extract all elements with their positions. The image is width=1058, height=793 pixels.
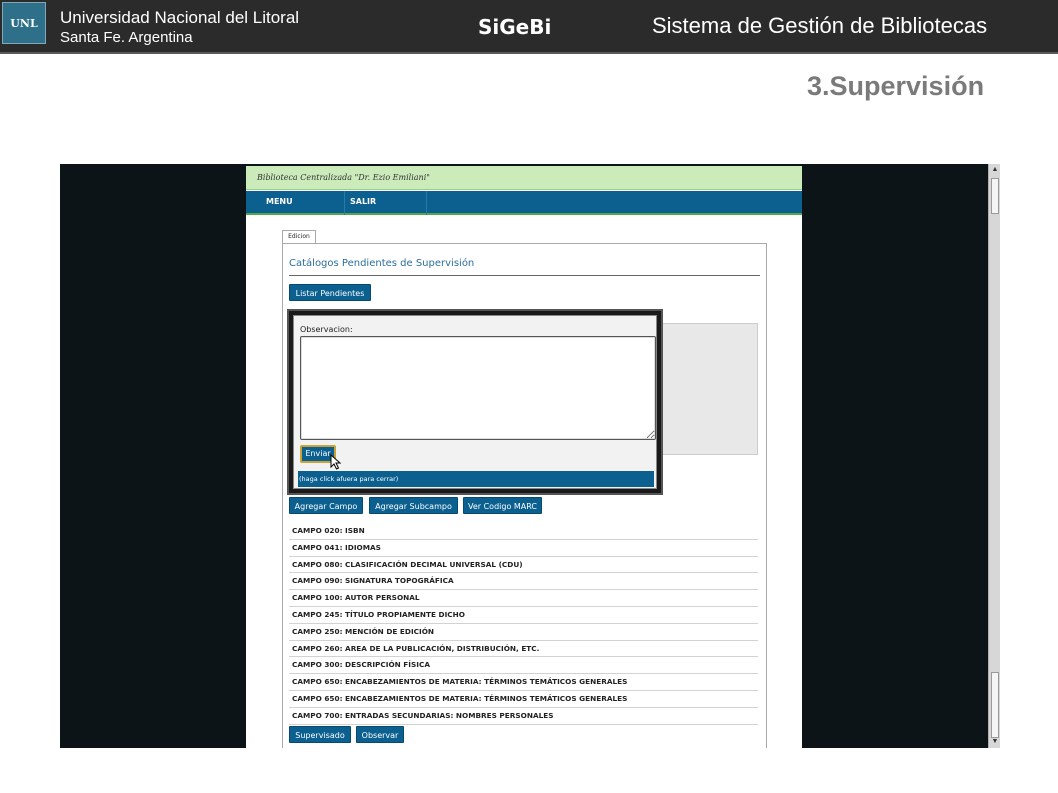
add-field-button[interactable]: Agregar Campo — [289, 497, 363, 514]
divider — [289, 275, 760, 276]
observation-label: Observacion: — [300, 325, 353, 334]
field-list: CAMPO 020: ISBN CAMPO 041: IDIOMAS CAMPO… — [289, 523, 758, 725]
field-row[interactable]: CAMPO 300: DESCRIPCIÓN FÍSICA — [289, 657, 758, 675]
vertical-scrollbar[interactable]: ▲ ▼ — [988, 164, 1000, 748]
nav-bar: MENU SALIR — [246, 191, 802, 215]
modal-body: Observacion: Enviar (haga click afuera p… — [293, 315, 657, 489]
nav-menu[interactable]: MENU — [266, 197, 293, 206]
library-name: Biblioteca Centralizada "Dr. Ezio Emilia… — [257, 173, 430, 182]
unl-logo: UNL — [2, 2, 46, 44]
university-city: Santa Fe. Argentina — [60, 29, 193, 46]
catalog-preview-box — [655, 323, 758, 455]
university-name: Universidad Nacional del Litoral — [60, 8, 300, 27]
scroll-thumb[interactable] — [991, 672, 999, 738]
scroll-thumb[interactable] — [991, 178, 999, 214]
close-hint[interactable]: (haga click afuera para cerrar) — [298, 471, 654, 487]
system-name: Sistema de Gestión de Bibliotecas — [652, 13, 988, 38]
observe-button[interactable]: Observar — [356, 726, 404, 743]
nav-separator — [426, 191, 427, 215]
scroll-down-icon[interactable]: ▼ — [990, 737, 1000, 747]
field-row[interactable]: CAMPO 090: SIGNATURA TOPOGRÁFICA — [289, 573, 758, 591]
field-row[interactable]: CAMPO 041: IDIOMAS — [289, 540, 758, 557]
add-subfield-button[interactable]: Agregar Subcampo — [369, 497, 458, 514]
field-row[interactable]: CAMPO 650: ENCABEZAMIENTOS DE MATERIA: T… — [289, 674, 758, 691]
nav-separator — [344, 191, 345, 215]
field-row[interactable]: CAMPO 245: TÍTULO PROPIAMENTE DICHO — [289, 607, 758, 624]
panel-title: Catálogos Pendientes de Supervisión — [289, 258, 475, 269]
mouse-pointer-icon — [330, 454, 342, 470]
field-row[interactable]: CAMPO 700: ENTRADAS SECUNDARIAS: NOMBRES… — [289, 708, 758, 725]
view-marc-button[interactable]: Ver Codigo MARC — [463, 497, 542, 514]
field-row[interactable]: CAMPO 650: ENCABEZAMIENTOS DE MATERIA: T… — [289, 691, 758, 708]
field-row[interactable]: CAMPO 020: ISBN — [289, 523, 758, 540]
tab-edicion[interactable]: Edicion — [282, 230, 316, 243]
slide-header: UNL Universidad Nacional del Litoral San… — [0, 0, 1058, 54]
field-row[interactable]: CAMPO 100: AUTOR PERSONAL — [289, 590, 758, 607]
nav-exit[interactable]: SALIR — [350, 197, 376, 206]
sigebi-acronym: SiGeBi — [478, 15, 552, 39]
observation-textarea[interactable] — [300, 336, 656, 440]
scroll-up-icon[interactable]: ▲ — [990, 165, 1000, 175]
supervised-button[interactable]: Supervisado — [289, 726, 351, 743]
browser-viewport: Biblioteca Centralizada "Dr. Ezio Emilia… — [60, 164, 1000, 748]
library-bar: Biblioteca Centralizada "Dr. Ezio Emilia… — [246, 166, 802, 190]
field-row[interactable]: CAMPO 260: AREA DE LA PUBLICACIÓN, DISTR… — [289, 641, 758, 658]
observation-modal: Observacion: Enviar (haga click afuera p… — [287, 309, 663, 495]
section-title: 3.Supervisión — [807, 71, 985, 101]
field-row[interactable]: CAMPO 080: CLASIFICACIÓN DECIMAL UNIVERS… — [289, 557, 758, 574]
list-pending-button[interactable]: Listar Pendientes — [289, 284, 371, 301]
field-row[interactable]: CAMPO 250: MENCIÓN DE EDICIÓN — [289, 624, 758, 641]
